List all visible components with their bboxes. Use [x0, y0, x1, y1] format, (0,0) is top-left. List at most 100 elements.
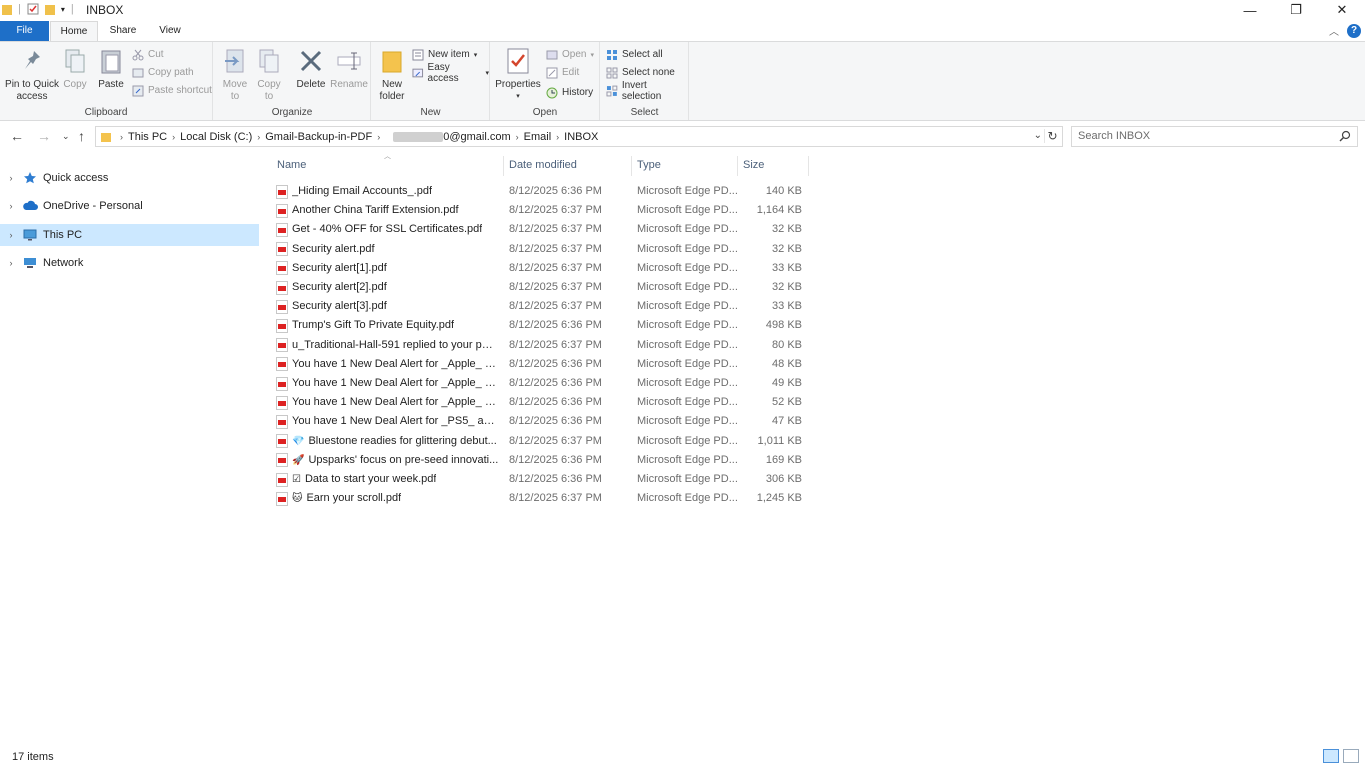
file-row[interactable]: You have 1 New Deal Alert for _Apple_ at… — [276, 355, 807, 374]
address-dropdown-chevron-icon[interactable]: ⌄ — [1034, 130, 1042, 141]
column-header-name[interactable]: Name — [272, 156, 504, 176]
properties-icon[interactable] — [27, 3, 39, 15]
expand-chevron-icon[interactable]: › — [0, 230, 22, 240]
column-header-type[interactable]: Type — [632, 156, 738, 176]
new-folder-button[interactable]: New folder — [376, 46, 408, 103]
nav-item-this-pc[interactable]: › This PC — [0, 224, 259, 246]
address-box[interactable]: › This PC › Local Disk (C:) › Gmail-Back… — [95, 126, 1063, 147]
history-button[interactable]: History — [546, 84, 593, 101]
select-all-button[interactable]: Select all — [606, 46, 663, 63]
open-button[interactable]: Open ▾ — [546, 46, 594, 63]
toolbar-divider: | — [70, 3, 74, 15]
breadcrumb-email-account[interactable]: 0@gmail.com — [443, 131, 515, 143]
rename-button[interactable]: Rename — [330, 46, 368, 91]
file-name-cell[interactable]: Security alert.pdf — [276, 240, 503, 259]
file-row[interactable]: You have 1 New Deal Alert for _PS5_ at R… — [276, 412, 807, 431]
file-name-cell[interactable]: Get - 40% OFF for SSL Certificates.pdf — [276, 220, 503, 239]
file-row[interactable]: u_Traditional-Hall-591 replied to your p… — [276, 336, 807, 355]
paste-label: Paste — [98, 79, 124, 90]
tab-view[interactable]: View — [146, 21, 194, 41]
file-row[interactable]: You have 1 New Deal Alert for _Apple_ at… — [276, 374, 807, 393]
move-to-button[interactable]: Move to — [220, 46, 250, 103]
forward-arrow-icon[interactable]: → — [37, 128, 51, 144]
new-folder-icon[interactable] — [44, 3, 55, 15]
expand-chevron-icon[interactable]: › — [0, 201, 22, 211]
delete-button[interactable]: Delete — [294, 46, 328, 91]
breadcrumb-gmail-backup[interactable]: Gmail-Backup-in-PDF — [260, 131, 377, 143]
file-name-cell[interactable]: You have 1 New Deal Alert for _Apple_ at… — [276, 355, 503, 374]
minimize-button[interactable]: — — [1227, 0, 1273, 20]
up-arrow-icon[interactable]: ↑ — [78, 128, 85, 144]
file-name-cell[interactable]: _Hiding Email Accounts_.pdf — [276, 182, 503, 201]
nav-item-network[interactable]: › Network — [0, 252, 259, 274]
file-row[interactable]: Security alert[1].pdf 8/12/2025 6:37 PM Mi… — [276, 259, 807, 278]
file-row[interactable]: _Hiding Email Accounts_.pdf 8/12/2025 6:3… — [276, 182, 807, 201]
file-row[interactable]: Security alert[3].pdf 8/12/2025 6:37 PM Mi… — [276, 297, 807, 316]
invert-selection-button[interactable]: Invert selection — [606, 80, 688, 102]
file-name-cell[interactable]: You have 1 New Deal Alert for _PS5_ at R… — [276, 412, 503, 431]
file-size: 48 KB — [772, 357, 802, 370]
new-item-button[interactable]: New item ▾ — [412, 46, 477, 63]
file-name-cell[interactable]: You have 1 New Deal Alert for _Apple_ at… — [276, 393, 503, 412]
file-row[interactable]: Trump's Gift To Private Equity.pdf 8/12/2… — [276, 316, 807, 335]
tab-share[interactable]: Share — [100, 21, 146, 41]
select-group-label: Select — [630, 107, 659, 118]
file-row[interactable]: 🚀 Upsparks' focus on pre-seed innovati...… — [276, 451, 807, 470]
collapse-ribbon-icon[interactable]: ︿ — [1329, 23, 1339, 38]
properties-button[interactable]: Properties ▾ — [495, 46, 541, 103]
file-row[interactable]: Get - 40% OFF for SSL Certificates.pdf 8/… — [276, 220, 807, 239]
file-row[interactable]: Security alert[2].pdf 8/12/2025 6:37 PM Mi… — [276, 278, 807, 297]
file-name-cell[interactable]: 💎 Bluestone readies for glittering debut.… — [276, 432, 503, 451]
paste-shortcut-button[interactable]: Paste shortcut — [132, 82, 212, 99]
column-header-size[interactable]: Size — [738, 156, 809, 176]
file-name-cell[interactable]: Security alert[1].pdf — [276, 259, 503, 278]
breadcrumb-inbox[interactable]: INBOX — [559, 131, 603, 143]
expand-chevron-icon[interactable]: › — [0, 173, 22, 183]
file-name: You have 1 New Deal Alert for _Apple_ at… — [292, 377, 497, 389]
tab-file[interactable]: File — [0, 21, 49, 41]
file-row[interactable]: Security alert.pdf 8/12/2025 6:37 PM Micro… — [276, 240, 807, 259]
column-header-date[interactable]: Date modified — [504, 156, 632, 176]
breadcrumb-local-disk[interactable]: Local Disk (C:) — [175, 131, 257, 143]
cut-button[interactable]: Cut — [132, 46, 164, 63]
customize-toolbar-icon[interactable]: ▾ — [61, 5, 65, 14]
refresh-icon[interactable]: ↻ — [1044, 129, 1060, 143]
close-button[interactable]: ✕ — [1319, 0, 1365, 20]
paste-button[interactable]: Paste — [94, 46, 128, 91]
copy-button[interactable]: Copy — [60, 46, 90, 91]
copy-to-button[interactable]: Copy to — [254, 46, 284, 103]
nav-item-quick-access[interactable]: › Quick access — [0, 167, 259, 189]
file-name-cell[interactable]: Another China Tariff Extension.pdf — [276, 201, 503, 220]
file-name-cell[interactable]: You have 1 New Deal Alert for _Apple_ at… — [276, 374, 503, 393]
nav-item-onedrive[interactable]: › OneDrive - Personal — [0, 195, 259, 217]
file-row[interactable]: ☑ Data to start your week.pdf 8/12/2025 6:… — [276, 470, 807, 489]
file-row[interactable]: 🐱 Earn your scroll.pdf 8/12/2025 6:37 PM Mi… — [276, 489, 807, 508]
file-row[interactable]: You have 1 New Deal Alert for _Apple_ at… — [276, 393, 807, 412]
file-name-cell[interactable]: Security alert[3].pdf — [276, 297, 503, 316]
recent-locations-chevron-icon[interactable]: ⌄ — [62, 131, 70, 142]
file-name-cell[interactable]: 🐱 Earn your scroll.pdf — [276, 489, 503, 508]
file-name-cell[interactable]: u_Traditional-Hall-591 replied to your p… — [276, 336, 503, 355]
breadcrumb-this-pc[interactable]: This PC — [123, 131, 172, 143]
easy-access-button[interactable]: Easy access ▾ — [412, 62, 489, 84]
file-name-cell[interactable]: Security alert[2].pdf — [276, 278, 503, 297]
search-input[interactable]: Search INBOX — [1071, 126, 1358, 147]
file-name-cell[interactable]: ☑ Data to start your week.pdf — [276, 470, 503, 489]
file-row[interactable]: 💎 Bluestone readies for glittering debut.… — [276, 432, 807, 451]
expand-chevron-icon[interactable]: › — [0, 258, 22, 268]
file-row[interactable]: Another China Tariff Extension.pdf 8/12/2… — [276, 201, 807, 220]
breadcrumb-email[interactable]: Email — [519, 131, 557, 143]
details-view-icon[interactable] — [1323, 749, 1339, 763]
pin-quick-access-button[interactable]: Pin to Quick access — [4, 46, 60, 103]
maximize-button[interactable]: ❐ — [1273, 0, 1319, 20]
file-name: Get - 40% OFF for SSL Certificates.pdf — [292, 223, 483, 236]
tab-home[interactable]: Home — [50, 21, 98, 41]
back-arrow-icon[interactable]: ← — [10, 128, 24, 144]
file-name-cell[interactable]: 🚀 Upsparks' focus on pre-seed innovati... — [276, 451, 503, 470]
copy-path-button[interactable]: Copy path — [132, 64, 194, 81]
file-name-cell[interactable]: Trump's Gift To Private Equity.pdf — [276, 316, 503, 335]
edit-button[interactable]: Edit — [546, 64, 579, 81]
select-none-button[interactable]: Select none — [606, 64, 675, 81]
help-icon[interactable]: ? — [1347, 23, 1361, 38]
large-icons-view-icon[interactable] — [1343, 749, 1359, 763]
